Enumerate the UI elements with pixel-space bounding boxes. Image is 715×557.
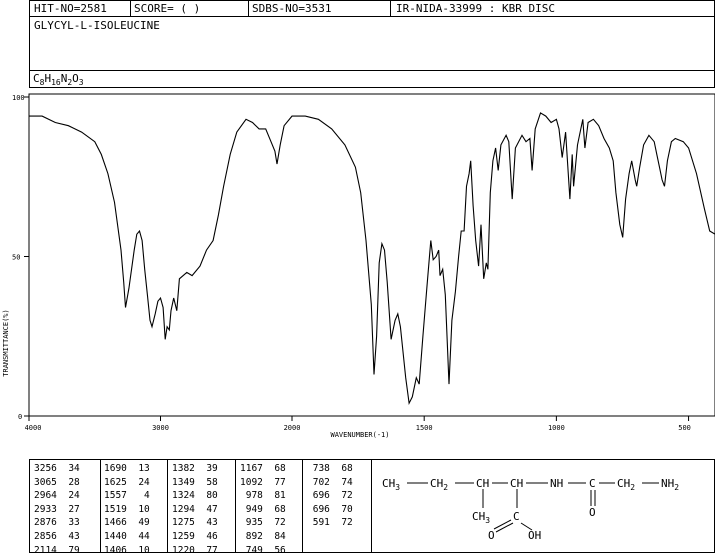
plot-frame: [28, 93, 715, 417]
peak-row: 696 72: [307, 490, 353, 502]
x-tick-label: 3000: [152, 424, 169, 432]
peak-row: 1349 58: [172, 476, 218, 488]
x-tick-label: 500: [678, 424, 691, 432]
peak-row: 702 74: [307, 476, 353, 488]
peak-row: 1092 77: [240, 476, 286, 488]
peak-row: 1220 77: [172, 544, 218, 556]
table-divider: [235, 460, 236, 552]
ch-group: CH: [510, 477, 523, 490]
peak-row: 1406 10: [104, 544, 150, 556]
x-tick-label: 1500: [416, 424, 433, 432]
compound-name-box: GLYCYL-L-ISOLEUCINE: [29, 16, 715, 71]
acid-carbon: C: [513, 510, 520, 523]
table-divider: [167, 460, 168, 552]
header-divider: [390, 1, 391, 17]
peak-row: 2856 43: [34, 530, 80, 542]
peak-row: 1466 49: [104, 517, 150, 529]
peak-row: 978 81: [240, 490, 286, 502]
acid-oxygen: O: [488, 529, 495, 542]
x-tick-label: 1000: [548, 424, 565, 432]
header-bar: HIT-NO=2581 SCORE= ( ) SDBS-NO=3531 IR-N…: [29, 0, 715, 17]
amide-oxygen: O: [589, 506, 596, 519]
structure-diagram: CH3 CH2 CH CH NH C CH2 NH2 CH3 C O O OH: [382, 477, 679, 542]
peak-row: 1382 39: [172, 463, 218, 474]
peak-row: 2933 27: [34, 503, 80, 515]
peak-row: 749 56: [240, 544, 286, 556]
peak-row: 1294 47: [172, 503, 218, 515]
compound-name: GLYCYL-L-ISOLEUCINE: [34, 19, 160, 32]
y-tick-label: 50: [12, 254, 20, 262]
ch-group: CH: [476, 477, 489, 490]
peak-row: 1690 13: [104, 463, 150, 474]
peak-row: 892 84: [240, 530, 286, 542]
peak-row: 3256 34: [34, 463, 80, 474]
carbonyl-carbon: C: [589, 477, 596, 490]
peak-row: 738 68: [307, 463, 353, 474]
score-field: SCORE= ( ): [134, 2, 201, 15]
x-tick-label: 2000: [284, 424, 301, 432]
peak-column: 1382 39 1349 58 1324 80 1294 47 1275 43 1259 …: [172, 462, 218, 557]
structure-box: CH3 CH2 CH CH NH C CH2 NH2 CH3 C O O OH: [371, 459, 715, 553]
peak-column: 1690 13 1625 24 1557 4 1519 10 1466 49 1440 4…: [104, 462, 150, 557]
hydroxyl: OH: [528, 529, 541, 542]
y-tick-label: 100: [12, 94, 25, 102]
peak-row: 1557 4: [104, 490, 150, 502]
peak-row: 1275 43: [172, 517, 218, 529]
peak-row: 1625 24: [104, 476, 150, 488]
peak-row: 2114 79: [34, 544, 80, 556]
spectrum-line: [29, 112, 715, 406]
peak-row: 696 70: [307, 503, 353, 515]
peak-column: 3256 34 3065 28 2964 24 2933 27 2876 33 2856 …: [34, 462, 80, 557]
sdbs-number: SDBS-NO=3531: [252, 2, 332, 15]
peak-row: 935 72: [240, 517, 286, 529]
peak-row: 949 68: [240, 503, 286, 515]
formula-box: C8H16N2O3: [29, 70, 715, 88]
peak-row: 1167 68: [240, 463, 286, 474]
peak-row: 591 72: [307, 517, 353, 529]
y-tick-label: 0: [18, 413, 22, 421]
ch3-branch: CH3: [472, 510, 490, 525]
x-axis-label: WAVENUMBER(-1): [330, 431, 389, 439]
axis-ticks: 4000 3000 2000 1500 1000 500 0 50 100: [12, 94, 691, 432]
ir-source-info: IR-NIDA-33999 : KBR DISC: [396, 2, 555, 15]
nh-group: NH: [550, 477, 563, 490]
table-divider: [100, 460, 101, 552]
x-tick-label: 4000: [25, 424, 42, 432]
peak-row: 1259 46: [172, 530, 218, 542]
peak-row: 1440 44: [104, 530, 150, 542]
molecular-formula: C8H16N2O3: [33, 72, 84, 88]
peak-row: 2964 24: [34, 490, 80, 502]
table-divider: [302, 460, 303, 552]
ch2-group: CH2: [430, 477, 448, 492]
peak-column: 738 68 702 74 696 72 696 70 591 72: [307, 462, 353, 530]
y-axis-label: TRANSMITTANCE(%): [2, 309, 10, 376]
peak-column: 1167 68 1092 77 978 81 949 68 935 72 892 …: [240, 462, 286, 557]
peak-row: 2876 33: [34, 517, 80, 529]
ch2-group: CH2: [617, 477, 635, 492]
peak-row: 1324 80: [172, 490, 218, 502]
peak-row: 1519 10: [104, 503, 150, 515]
ch3-group: CH3: [382, 477, 400, 492]
peak-row: 3065 28: [34, 476, 80, 488]
nh2-group: NH2: [661, 477, 679, 492]
hit-number: HIT-NO=2581: [34, 2, 107, 15]
